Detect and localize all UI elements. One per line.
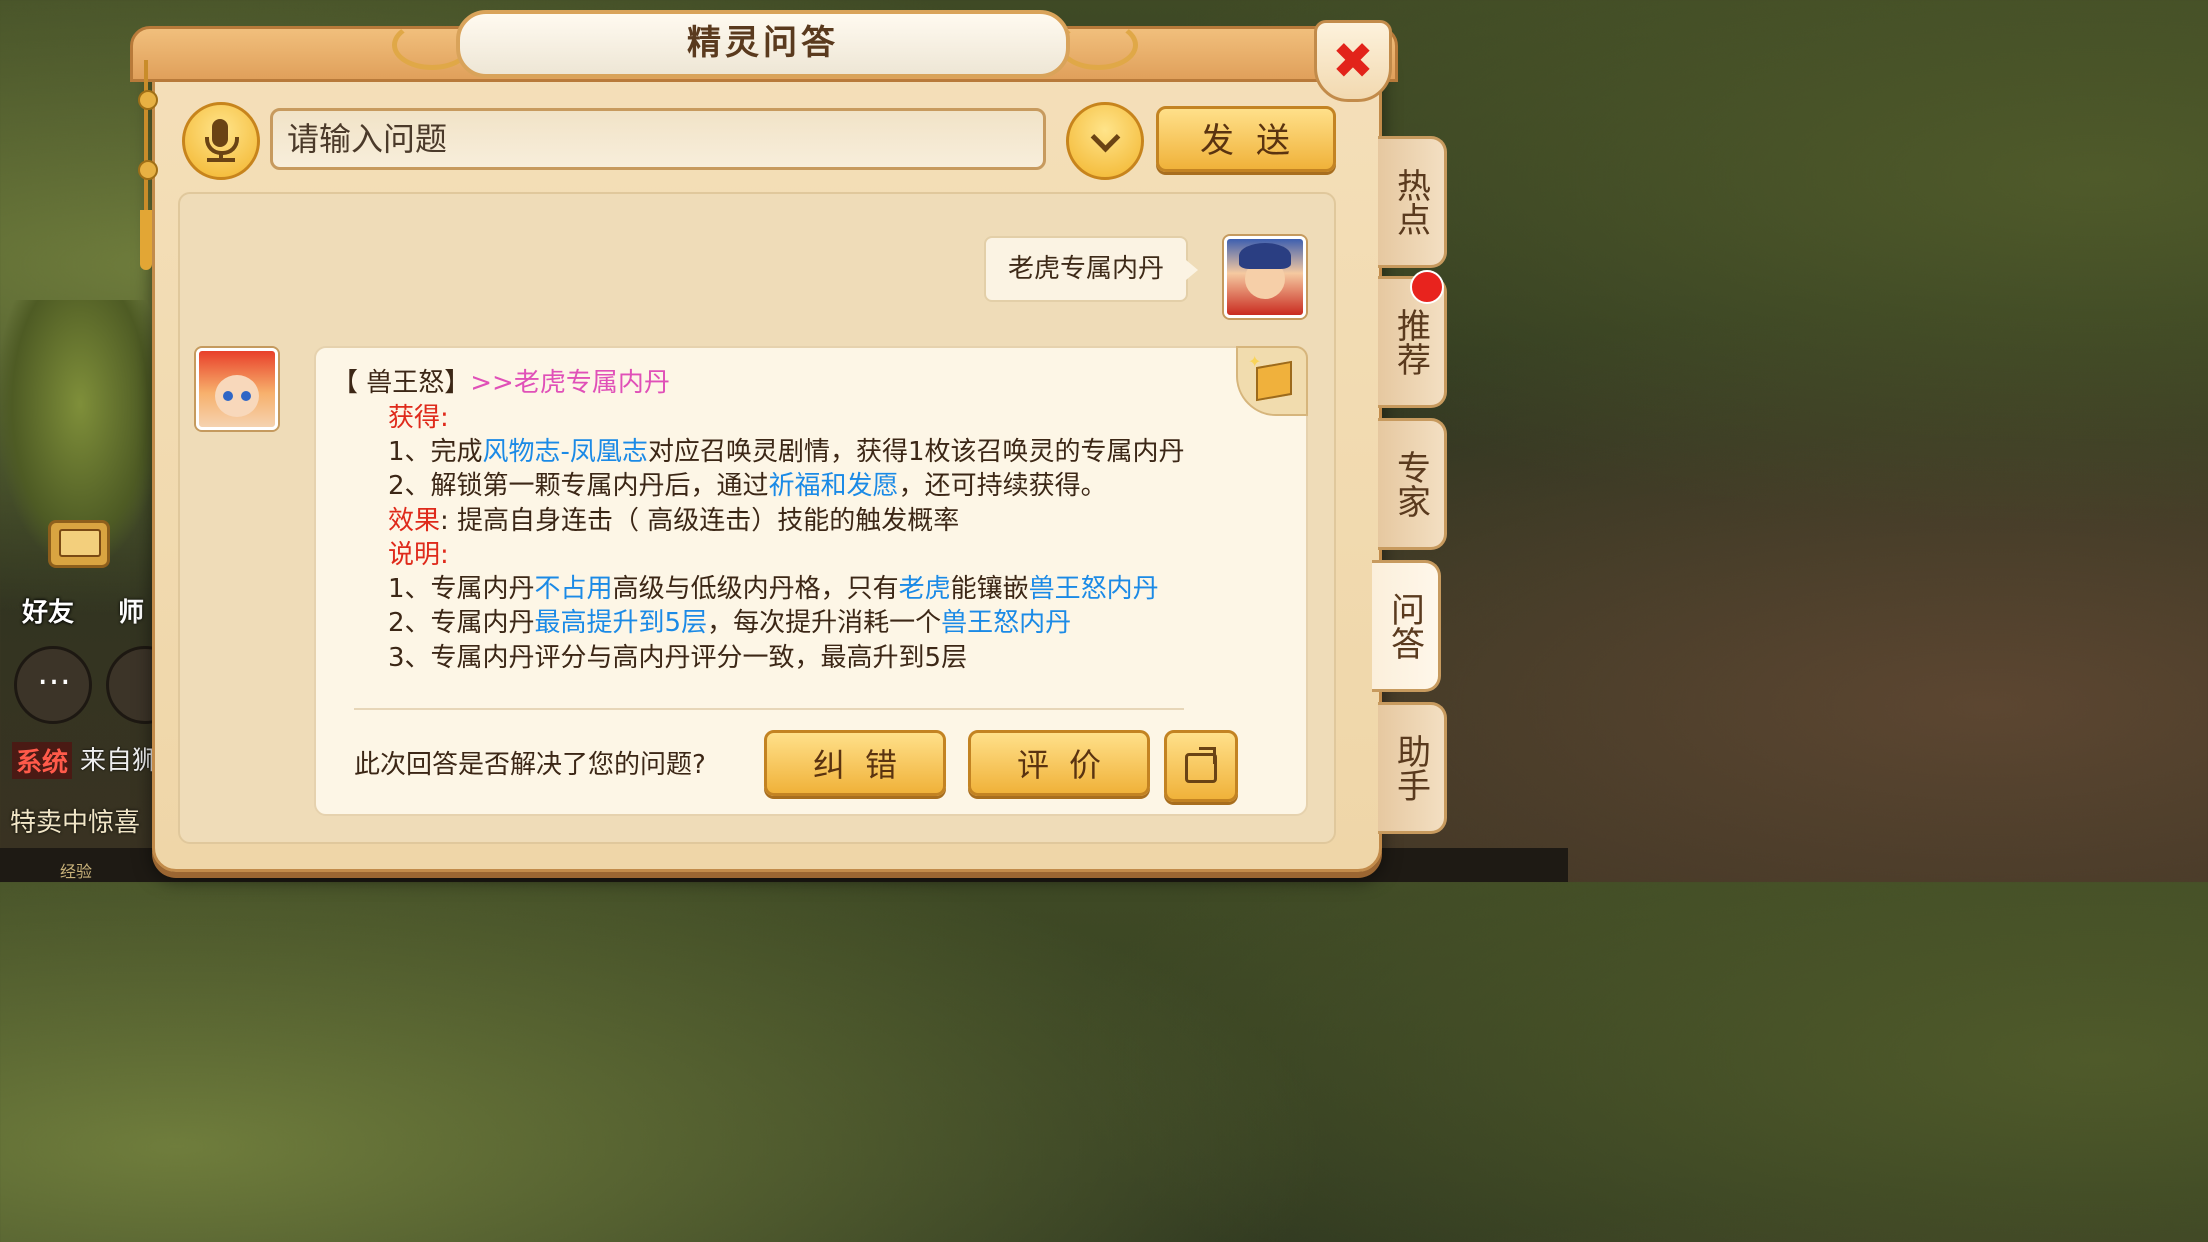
beast-king-core-link[interactable]: 兽王怒内丹	[1029, 574, 1159, 604]
note-heading: 说明:	[388, 540, 449, 570]
microphone-button[interactable]	[182, 102, 260, 180]
max-level-link[interactable]: 最高提升到5层	[535, 608, 708, 638]
fengwuzhi-link[interactable]: 风物志-凤凰志	[483, 437, 648, 467]
obtain-2-text-tail: ，还可持续获得。	[898, 471, 1107, 501]
obtain-2-text: 2、解锁第一颗专属内丹后，通过	[388, 471, 769, 501]
friends-button[interactable]: 好友	[22, 592, 74, 629]
cloud-ornament-right-icon	[1058, 20, 1138, 70]
user-message-bubble: 老虎专属内丹	[984, 236, 1198, 302]
blessing-link[interactable]: 祈福和发愿	[769, 471, 899, 501]
chevron-down-icon	[1090, 122, 1121, 153]
answer-title-row: 【 兽王怒】>>老虎专属内丹	[332, 362, 670, 399]
close-button[interactable]: ✖	[1314, 20, 1392, 102]
tab-expert[interactable]: 专家	[1378, 418, 1447, 550]
feedback-divider	[354, 708, 1184, 710]
obtain-1-text-tail: 对应召唤灵剧情，获得1枚该召唤灵的专属内丹	[647, 437, 1185, 467]
tab-qa[interactable]: 问答	[1372, 560, 1441, 692]
effect-line: 效果: 提高自身连击（ 高级连击）技能的触发概率	[388, 500, 959, 537]
report-error-button[interactable]: 纠错	[764, 730, 946, 796]
note-line-1: 1、专属内丹不占用高级与低级内丹格，只有老虎能镶嵌兽王怒内丹	[388, 568, 1159, 605]
master-button[interactable]: 师	[118, 592, 144, 629]
tab-assistant[interactable]: 助手	[1378, 702, 1447, 834]
note-line-2: 2、专属内丹最高提升到5层，每次提升消耗一个兽王怒内丹	[388, 602, 1071, 639]
obtain-heading: 获得:	[388, 403, 449, 433]
experience-label: 经验	[60, 862, 93, 881]
answer-bracket-title: 【 兽王怒】	[332, 368, 471, 398]
send-button[interactable]: 发送	[1156, 106, 1336, 172]
system-channel-tag: 系统	[12, 742, 73, 779]
note-line-3: 3、专属内丹评分与高内丹评分一致，最高升到5层	[388, 643, 968, 673]
effect-text: : 提高自身连击（ 高级连击）技能的触发概率	[440, 506, 960, 536]
effect-heading: 效果	[388, 506, 441, 536]
answer-title-link[interactable]: >>老虎专属内丹	[470, 368, 670, 398]
note-2-text-mid: ，每次提升消耗一个	[707, 608, 942, 638]
tassel-decoration-icon	[136, 60, 158, 270]
not-occupy-link[interactable]: 不占用	[535, 574, 613, 604]
note-1-text-mid2: 能镶嵌	[950, 574, 1029, 604]
note-2-text: 2、专属内丹	[388, 608, 535, 638]
chat-from-text: 来自狮	[80, 746, 159, 776]
sale-banner-text[interactable]: 特卖中惊喜	[10, 802, 140, 839]
dialog-title: 精灵问答	[456, 10, 1070, 78]
question-input[interactable]	[270, 108, 1046, 170]
note-1-text-mid: 高级与低级内丹格，只有	[612, 574, 899, 604]
notification-dot-icon	[1410, 270, 1444, 304]
tiger-link[interactable]: 老虎	[899, 574, 951, 604]
obtain-line-1: 1、完成风物志-凤凰志对应召唤灵剧情，获得1枚该召唤灵的专属内丹	[388, 431, 1184, 468]
spirit-avatar	[196, 348, 278, 430]
obtain-line-2: 2、解锁第一颗专属内丹后，通过祈福和发愿，还可持续获得。	[388, 465, 1107, 502]
obtain-1-text: 1、完成	[388, 437, 483, 467]
note-1-text: 1、专属内丹	[388, 574, 535, 604]
user-avatar	[1224, 236, 1306, 318]
share-button[interactable]	[1164, 730, 1238, 802]
tab-hot[interactable]: 热点	[1378, 136, 1447, 268]
chat-bubble-icon[interactable]	[14, 646, 92, 724]
mail-icon[interactable]	[48, 520, 110, 568]
rate-button[interactable]: 评价	[968, 730, 1150, 796]
beast-king-core-link-2[interactable]: 兽王怒内丹	[941, 608, 1071, 638]
feedback-question: 此次回答是否解决了您的问题?	[354, 750, 706, 780]
history-dropdown-button[interactable]	[1066, 102, 1144, 180]
